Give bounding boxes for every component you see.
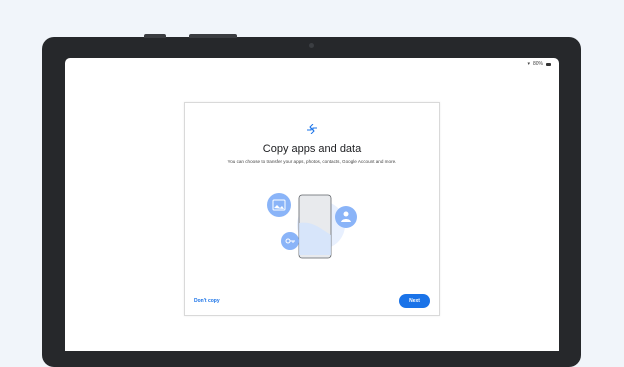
status-bar: ▾ 80% [527, 61, 551, 67]
power-button [144, 34, 166, 38]
dont-copy-button[interactable]: Don't copy [194, 298, 220, 304]
key-icon [281, 232, 299, 250]
front-camera [309, 43, 314, 48]
battery-text: 80% [532, 61, 543, 67]
setup-card: Copy apps and data You can choose to tra… [184, 102, 440, 316]
wifi-icon: ▾ [527, 61, 530, 67]
person-icon [335, 206, 357, 228]
volume-button [189, 34, 237, 38]
battery-icon [546, 62, 551, 66]
image-icon [267, 193, 291, 217]
next-button[interactable]: Next [399, 294, 430, 308]
copy-data-illustration [267, 193, 357, 259]
